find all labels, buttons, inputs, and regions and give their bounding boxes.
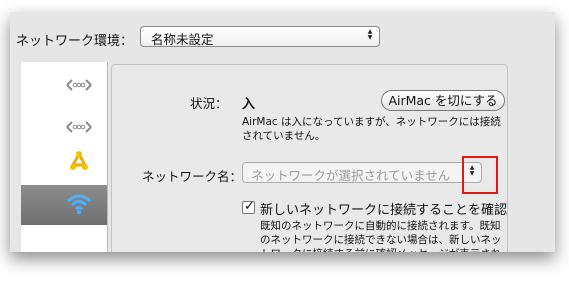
firewire-icon [70, 150, 88, 170]
service-list [21, 62, 108, 252]
updown-arrows-icon: ▲ ▼ [367, 28, 373, 41]
location-popup[interactable]: 名称未設定 ▲ ▼ [140, 26, 380, 47]
screenshot: ネットワーク環境： 名称未設定 ▲ ▼ 状況： 入 AirMac を切にする A… [0, 0, 569, 289]
status-label: 状況： [190, 96, 228, 111]
sidebar-item-ethernet-2[interactable] [21, 110, 107, 144]
airport-icon [66, 194, 92, 214]
sidebar-item-firewire[interactable] [21, 146, 107, 180]
network-name-popup[interactable]: ネットワークが選択されていません ▲ ▼ [242, 162, 482, 183]
highlight-box [462, 156, 498, 194]
ask-to-join-checkbox[interactable]: ✓ [242, 199, 255, 214]
location-value: 名称未設定 [151, 32, 214, 47]
location-label: ネットワーク環境： [16, 34, 134, 49]
sidebar-item-ethernet-1[interactable] [21, 68, 107, 102]
ask-to-join-hint: 既知のネットワークに自動的に接続されます。既知のネットワークに接続できない場合は… [260, 220, 502, 252]
status-value: 入 [242, 97, 256, 112]
network-preferences-panel: ネットワーク環境： 名称未設定 ▲ ▼ 状況： 入 AirMac を切にする A… [10, 12, 555, 252]
turn-off-airmac-button[interactable]: AirMac を切にする [381, 90, 505, 111]
sidebar-item-airmac[interactable] [21, 185, 107, 225]
checkmark-icon: ✓ [244, 199, 255, 214]
ethernet-icon [66, 121, 92, 133]
airmac-settings: 状況： 入 AirMac を切にする AirMac は入になっていますが、ネット… [111, 64, 508, 252]
network-name-value: ネットワークが選択されていません [251, 168, 451, 183]
ask-to-join-label: 新しいネットワークに接続することを確認 [260, 203, 508, 218]
ethernet-icon [66, 79, 92, 91]
network-name-label: ネットワーク名： [142, 169, 243, 184]
status-description: AirMac は入になっていますが、ネットワークには接続されていません。 [242, 116, 501, 142]
